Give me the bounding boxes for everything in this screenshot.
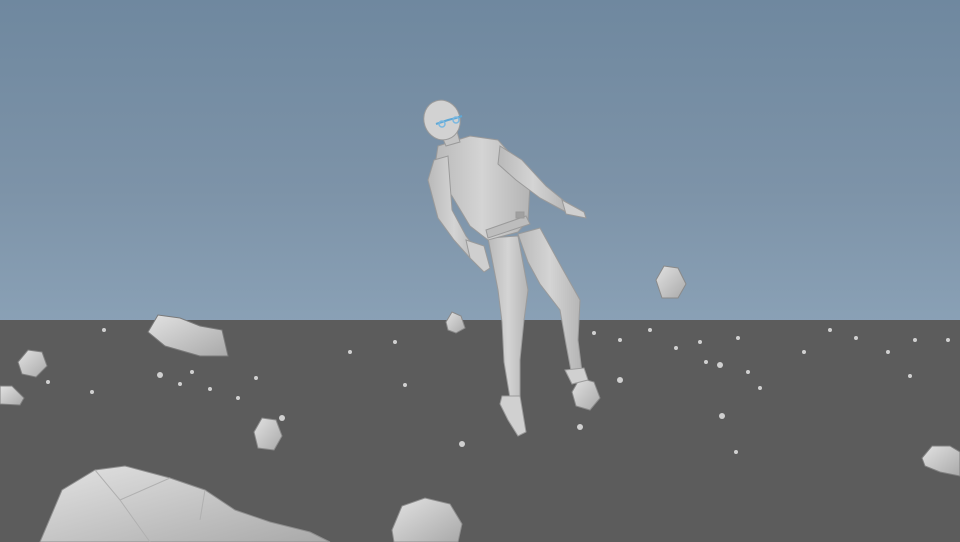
floating-rock-small <box>445 311 466 334</box>
floating-man-figure[interactable] <box>419 95 589 437</box>
floating-rock-right <box>655 265 687 299</box>
ground-rock-center <box>391 497 463 542</box>
scene-render <box>0 95 960 542</box>
ground-rock-large <box>39 465 331 542</box>
ground-rock-right <box>921 445 960 477</box>
floating-rock-mid <box>253 417 283 451</box>
ground-rock-slab <box>147 314 229 357</box>
3d-viewport[interactable] <box>0 0 960 542</box>
ground-rock-left <box>0 349 48 406</box>
